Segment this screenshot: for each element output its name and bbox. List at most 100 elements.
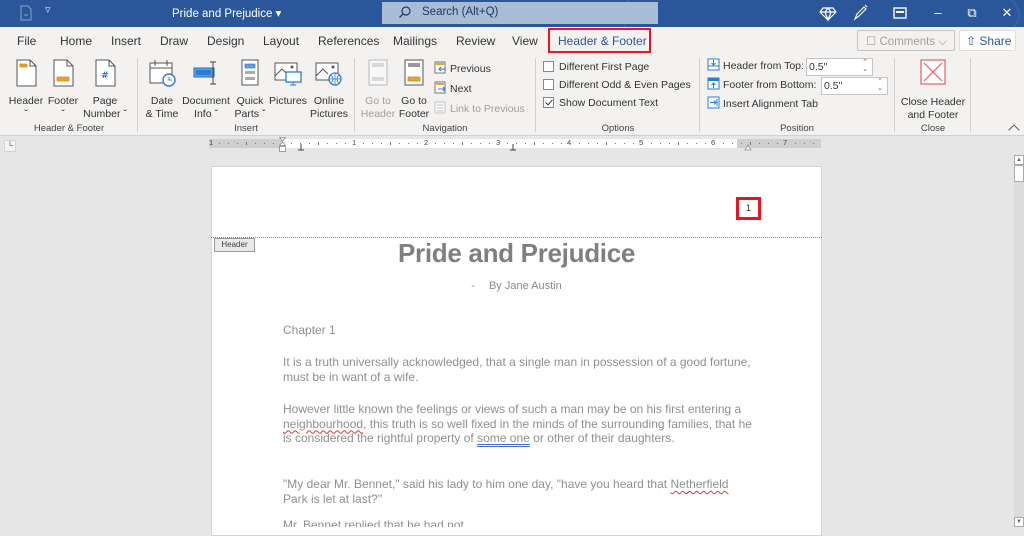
autosave-icon[interactable] <box>18 5 34 21</box>
paragraph-1[interactable]: It is a truth universally acknowledged, … <box>283 355 753 384</box>
paragraph-2[interactable]: However little known the feelings or vie… <box>283 402 753 446</box>
ruler-mark <box>309 143 310 144</box>
header-from-top-input[interactable]: 0.5" ⌃ ⌄ <box>806 58 873 76</box>
tab-design[interactable]: Design <box>207 34 244 48</box>
online-pictures-icon <box>315 62 342 86</box>
document-title[interactable]: Pride and Prejudice <box>211 238 822 269</box>
ruler-mark <box>471 143 472 144</box>
go-to-header-button[interactable]: Go to Header <box>359 58 397 121</box>
document-title[interactable]: Pride and Prejudice ▾ <box>172 6 281 20</box>
show-document-text-checkbox[interactable]: Show Document Text <box>543 95 658 111</box>
footer-icon <box>53 59 74 87</box>
search-box[interactable]: Search (Alt+Q) <box>382 2 658 24</box>
tab-view[interactable]: View <box>512 34 538 48</box>
checkbox-box <box>543 79 554 90</box>
ruler-mark <box>444 143 445 144</box>
ruler-mark <box>795 143 796 144</box>
collapse-ribbon-icon[interactable] <box>1008 124 1020 136</box>
pictures-icon <box>274 62 302 86</box>
close-window-button[interactable]: ✕ <box>997 4 1017 22</box>
ruler-mark <box>525 143 526 144</box>
tab-layout[interactable]: Layout <box>263 34 299 48</box>
ruler-mark <box>696 143 697 144</box>
spinner-arrows-icon[interactable]: ⌃ ⌄ <box>877 78 883 92</box>
spelling-error[interactable]: Netherfield <box>670 477 728 491</box>
ruler-mark <box>327 143 328 144</box>
tab-stop-center-icon[interactable] <box>509 143 517 151</box>
svg-text:#: # <box>101 71 109 81</box>
ruler-mark <box>732 143 733 144</box>
footer-position-icon <box>707 77 720 90</box>
page-number-button[interactable]: # Page Number ˇ <box>80 58 130 121</box>
link-to-previous-button[interactable]: Link to Previous <box>434 101 525 117</box>
tab-mailings[interactable]: Mailings <box>393 34 437 48</box>
next-icon <box>434 81 446 94</box>
ruler-mark <box>768 143 769 144</box>
footer-from-bottom-input[interactable]: 0.5" ⌃ ⌄ <box>821 77 888 95</box>
insert-alignment-tab-button[interactable]: Insert Alignment Tab <box>707 96 818 112</box>
pictures-button[interactable]: Pictures <box>268 58 308 108</box>
search-icon <box>399 6 411 18</box>
document-info-button[interactable]: Document Info ˇ <box>181 58 231 121</box>
diamond-icon[interactable] <box>818 4 838 22</box>
vertical-scrollbar[interactable]: ▲ ▼ <box>1014 155 1024 527</box>
ruler-mark <box>552 143 553 144</box>
checkbox-box <box>543 61 554 72</box>
tab-references[interactable]: References <box>318 34 379 48</box>
spelling-error[interactable]: neighbourhood <box>283 417 363 431</box>
ribbon: Header ˇ Footer ˇ # Page Number ˇ Header… <box>0 54 1024 136</box>
ruler-mark <box>759 143 760 144</box>
customize-toolbar-icon[interactable]: ▿ <box>45 3 51 16</box>
tab-selector-icon[interactable]: └ <box>4 140 16 152</box>
comments-button[interactable]: ☐ Comments ⌵ <box>857 30 955 51</box>
spinner-arrows-icon[interactable]: ⌃ ⌄ <box>862 59 868 73</box>
tab-draw[interactable]: Draw <box>160 34 188 48</box>
restore-button[interactable]: ⧉ <box>962 4 982 22</box>
ruler-mark <box>399 143 400 144</box>
minimize-button[interactable]: – <box>928 4 948 22</box>
pen-icon[interactable] <box>850 4 870 22</box>
next-button[interactable]: Next <box>434 81 472 97</box>
different-first-page-checkbox[interactable]: Different First Page <box>543 59 649 75</box>
tab-home[interactable]: Home <box>60 34 92 48</box>
ruler-number: 7 <box>783 138 788 147</box>
indent-marker-icon[interactable] <box>279 137 286 153</box>
ruler-mark <box>408 143 409 144</box>
header-button[interactable]: Header ˇ <box>6 58 46 121</box>
ruler-mark <box>543 143 544 144</box>
ribbon-display-icon[interactable] <box>890 4 910 22</box>
ruler-number: 1 <box>352 138 357 147</box>
date-time-button[interactable]: Date & Time <box>143 58 181 121</box>
tab-review[interactable]: Review <box>456 34 495 48</box>
quick-parts-button[interactable]: Quick Parts ˇ <box>233 58 267 121</box>
tab-stop-center-icon[interactable] <box>297 143 305 151</box>
document-subtitle[interactable]: - By Jane Austin <box>211 280 822 292</box>
scroll-up-icon[interactable]: ▲ <box>1014 155 1024 165</box>
chapter-heading[interactable]: Chapter 1 <box>283 323 753 338</box>
previous-button[interactable]: Previous <box>434 61 491 77</box>
right-indent-marker-icon[interactable] <box>744 142 752 151</box>
ruler-mark <box>813 143 814 144</box>
paragraph-3[interactable]: "My dear Mr. Bennet," said his lady to h… <box>283 477 753 506</box>
go-to-footer-button[interactable]: Go to Footer <box>397 58 431 121</box>
share-button[interactable]: ⇧ Share <box>959 30 1016 51</box>
different-odd-even-checkbox[interactable]: Different Odd & Even Pages <box>543 77 691 93</box>
ruler-mark <box>705 143 706 144</box>
ruler-number: 5 <box>639 138 644 147</box>
scroll-down-icon[interactable]: ▼ <box>1014 517 1024 527</box>
tab-file[interactable]: File <box>17 34 36 48</box>
online-pictures-button[interactable]: Online Pictures <box>309 58 349 121</box>
ruler-mark <box>345 143 346 144</box>
tab-insert[interactable]: Insert <box>111 34 141 48</box>
ruler-number: 3 <box>496 138 501 147</box>
grammar-suggestion[interactable]: some one <box>477 431 530 445</box>
close-header-footer-button[interactable]: Close Header and Footer <box>898 58 968 122</box>
paragraph-4-partial[interactable]: Mr. Bennet replied that he had not. <box>283 520 483 527</box>
header-position-icon <box>707 58 720 71</box>
ruler-mark <box>453 143 454 144</box>
ruler-mark <box>219 143 220 144</box>
group-label-header-footer: Header & Footer <box>33 123 105 134</box>
scroll-thumb[interactable] <box>1014 165 1024 182</box>
header-page-number[interactable]: 1 <box>736 197 761 220</box>
footer-button[interactable]: Footer ˇ <box>46 58 80 121</box>
